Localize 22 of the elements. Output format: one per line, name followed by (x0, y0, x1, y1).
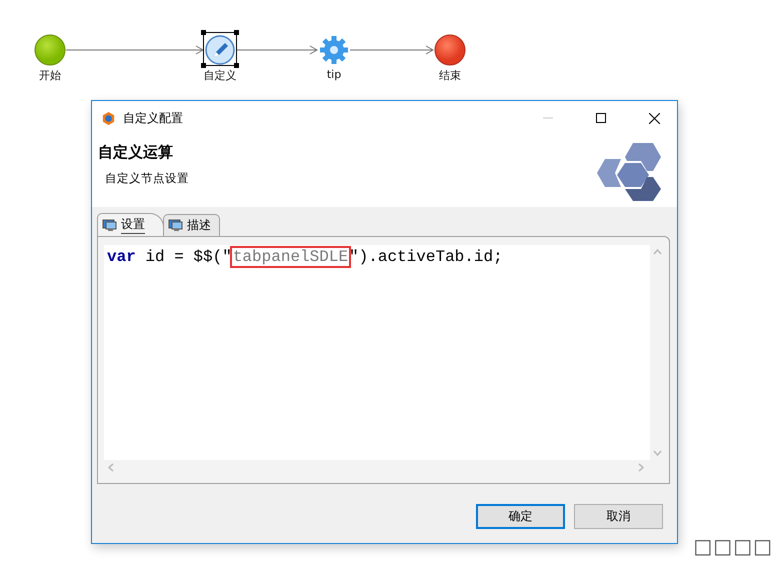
node-label: 开始 (39, 68, 61, 83)
dialog-button[interactable]: 确定 (476, 504, 565, 529)
dialog-button[interactable]: 取消 (574, 504, 663, 529)
missing-glyph-text: □□□□ (693, 534, 773, 558)
dialog-description: 自定义节点设置 (105, 171, 190, 186)
dialog-heading: 自定义运算 (98, 143, 174, 162)
app-icon (101, 110, 116, 126)
window-title: 自定义配置 (123, 110, 184, 126)
tab[interactable]: 设置 (97, 213, 164, 236)
maximize-icon[interactable] (596, 113, 606, 123)
tab[interactable]: 描述 (163, 214, 220, 236)
monitor-icon (168, 219, 183, 232)
code-editor[interactable]: var id = $$("tabpanelSDLE").activeTab.id; (104, 245, 650, 460)
hexagon-logo-drawing (595, 141, 661, 201)
node-label: 自定义 (204, 68, 236, 83)
node-label: 结束 (439, 68, 461, 83)
end-node[interactable] (434, 34, 466, 66)
node-label: tip (326, 68, 342, 81)
gear-node[interactable] (318, 34, 350, 66)
start-node[interactable] (34, 34, 66, 66)
close-icon[interactable] (648, 112, 660, 124)
monitor-icon (102, 218, 117, 232)
